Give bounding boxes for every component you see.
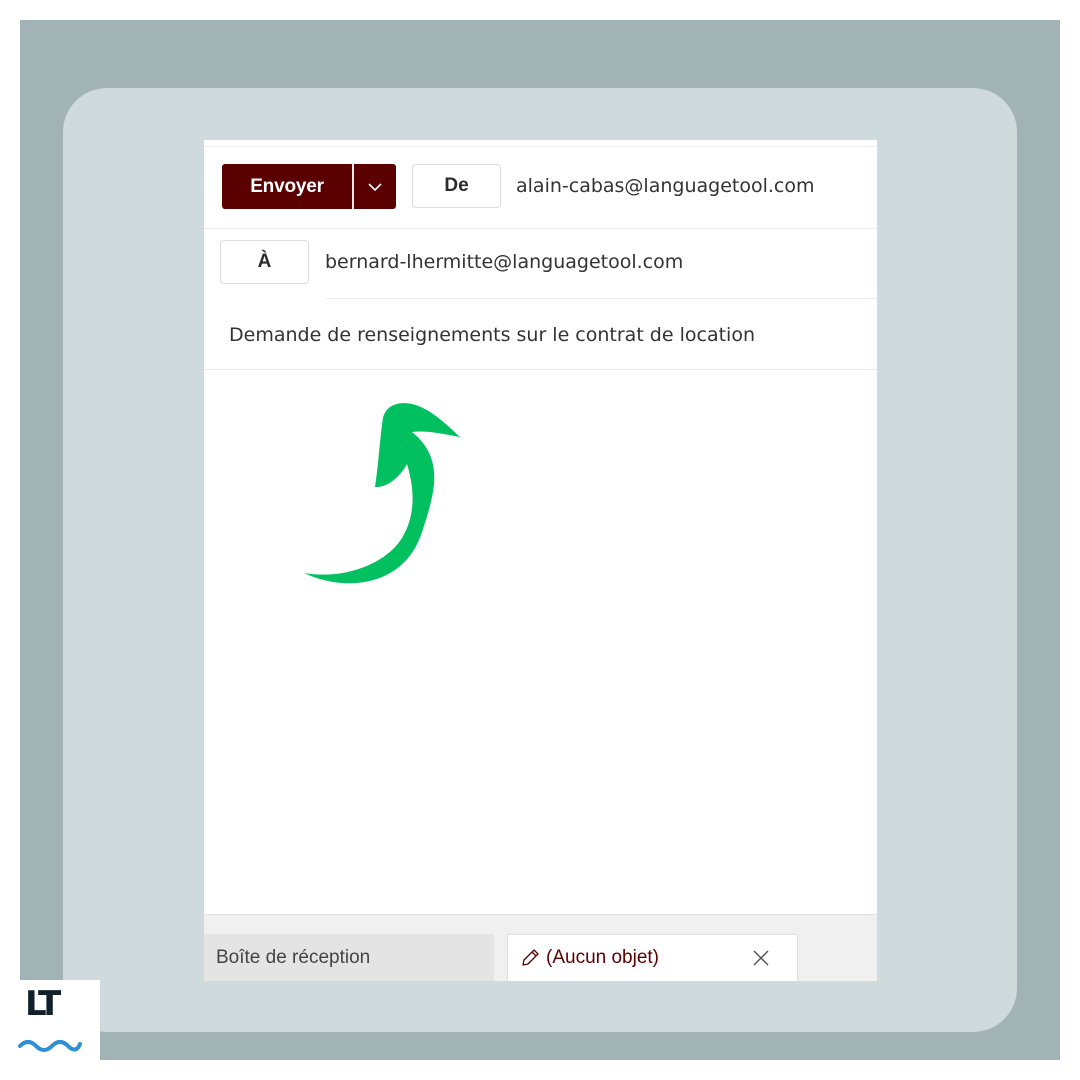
languagetool-logo: LT [0,980,100,1060]
tab-draft[interactable]: (Aucun objet) [507,934,798,981]
arrow-icon [304,403,460,584]
tab-inbox-label: Boîte de réception [216,946,371,968]
email-compose-window: Envoyer De alain-cabas@languagetool.com … [204,140,877,981]
bottom-divider [204,914,877,915]
bottom-tab-bar: Boîte de réception (Aucun objet) [204,914,877,981]
close-icon[interactable] [752,949,770,967]
logo-text: LT [25,984,61,1024]
tab-inbox[interactable]: Boîte de réception [204,934,494,981]
wave-icon [18,1040,82,1052]
tab-draft-label: (Aucun objet) [546,947,660,968]
pencil-icon [520,948,540,968]
